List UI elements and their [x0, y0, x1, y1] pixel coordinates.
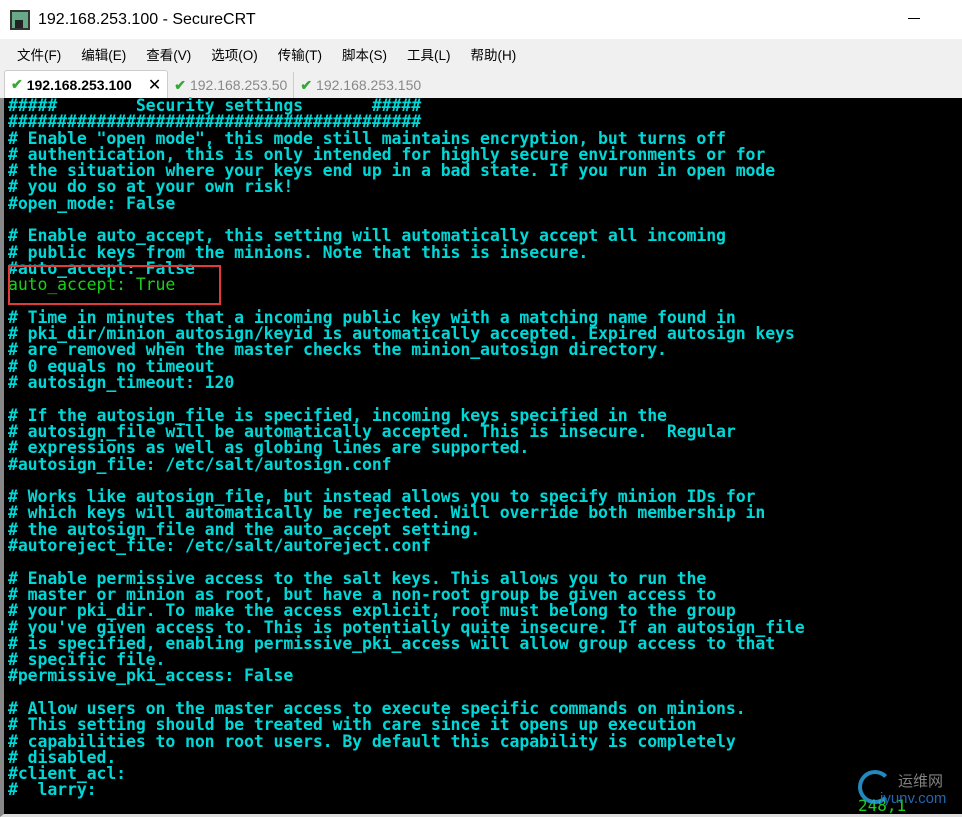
terminal-line: #client_acl: — [8, 764, 127, 784]
terminal-line: # autosign_timeout: 120 — [8, 373, 235, 393]
menu-transfer[interactable]: 传输(T) — [275, 44, 325, 64]
tab-label: 192.168.253.50 — [189, 77, 288, 93]
watermark-cn: 运维网 — [898, 773, 944, 790]
connected-check-icon: ✔ — [11, 76, 23, 92]
menu-file[interactable]: 文件(F) — [14, 44, 64, 64]
securecrt-app-icon — [10, 9, 30, 30]
menu-view[interactable]: 查看(V) — [143, 44, 194, 64]
terminal-line: # disabled. — [8, 747, 117, 767]
tab-label: 192.168.253.150 — [316, 77, 422, 93]
terminal-text: ##### Security settings ##### ###########… — [8, 97, 805, 800]
menu-script[interactable]: 脚本(S) — [339, 44, 390, 64]
terminal-line: #autosign_file: /etc/salt/autosign.conf — [8, 454, 392, 474]
menu-bar: 文件(F) 编辑(E) 查看(V) 选项(O) 传输(T) 脚本(S) 工具(L… — [0, 39, 962, 69]
session-tab-bar: ✔ 192.168.253.100 ✕ ✔ 192.168.253.50 ✔ 1… — [0, 69, 962, 98]
menu-options[interactable]: 选项(O) — [208, 44, 261, 64]
terminal-line: # capabilities to non root users. By def… — [8, 731, 736, 751]
highlight-box — [8, 265, 221, 305]
connected-check-icon: ✔ — [300, 76, 313, 93]
watermark-en: iyunv.com — [880, 790, 947, 807]
tab-session-3[interactable]: ✔ 192.168.253.150 — [294, 72, 427, 98]
watermark-logo: 运维网 iyunv.com — [858, 768, 958, 813]
window-title: 192.168.253.100 - SecureCRT — [38, 10, 256, 28]
menu-help[interactable]: 帮助(H) — [468, 44, 520, 64]
terminal-line: #open_mode: False — [8, 193, 176, 213]
tab-session-1[interactable]: ✔ 192.168.253.100 ✕ — [4, 70, 169, 98]
terminal-line: #autoreject_file: /etc/salt/autoreject.c… — [8, 536, 431, 556]
tab-session-2[interactable]: ✔ 192.168.253.50 — [168, 72, 295, 98]
menu-edit[interactable]: 编辑(E) — [78, 44, 129, 64]
tab-label: 192.168.253.100 — [26, 76, 132, 93]
terminal-area[interactable]: ##### Security settings ##### ###########… — [0, 97, 962, 817]
title-bar: 192.168.253.100 - SecureCRT — [0, 0, 962, 39]
menu-tools[interactable]: 工具(L) — [404, 44, 454, 64]
minimize-button[interactable] — [908, 18, 920, 19]
terminal-line: # larry: — [8, 780, 97, 800]
connected-check-icon: ✔ — [174, 76, 186, 93]
terminal-line: #permissive_pki_access: False — [8, 666, 294, 686]
close-tab-icon[interactable]: ✕ — [148, 75, 161, 95]
